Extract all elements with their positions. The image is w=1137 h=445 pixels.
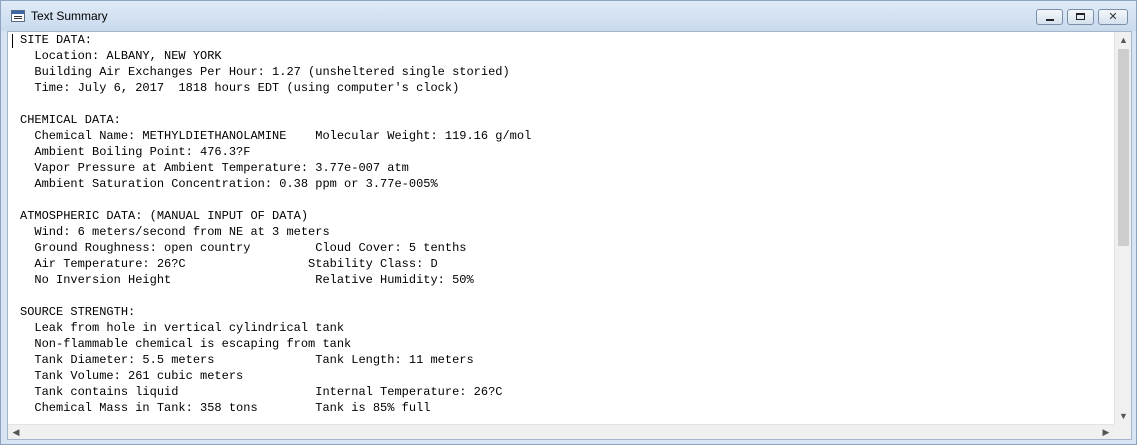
summary-line: Building Air Exchanges Per Hour: 1.27 (u… xyxy=(20,65,510,79)
summary-line: SOURCE STRENGTH: xyxy=(20,305,136,319)
summary-text-area[interactable]: SITE DATA: Location: ALBANY, NEW YORK Bu… xyxy=(8,32,1114,424)
text-caret xyxy=(12,34,13,48)
horizontal-scrollbar[interactable]: ◀ ▶ xyxy=(8,424,1114,439)
summary-lines: SITE DATA: Location: ALBANY, NEW YORK Bu… xyxy=(20,32,531,416)
summary-line: Location: ALBANY, NEW YORK xyxy=(20,49,222,63)
summary-line: Wind: 6 meters/second from NE at 3 meter… xyxy=(20,225,330,239)
scroll-down-arrow-icon[interactable]: ▼ xyxy=(1115,408,1131,424)
title-bar[interactable]: Text Summary ✕ xyxy=(1,1,1136,31)
scroll-up-arrow-icon[interactable]: ▲ xyxy=(1115,32,1131,48)
summary-line xyxy=(20,288,531,304)
vertical-scroll-thumb[interactable] xyxy=(1118,49,1129,246)
minimize-icon xyxy=(1046,19,1054,21)
summary-line xyxy=(20,192,531,208)
vertical-scrollbar[interactable]: ▲ ▼ xyxy=(1114,32,1131,424)
summary-line: Ambient Saturation Concentration: 0.38 p… xyxy=(20,177,438,191)
scrollbar-corner xyxy=(1114,424,1131,439)
summary-line: Chemical Mass in Tank: 358 tons Tank is … xyxy=(20,401,431,415)
maximize-button[interactable] xyxy=(1067,9,1094,25)
scroll-left-arrow-icon[interactable]: ◀ xyxy=(8,425,24,439)
summary-line: Chemical Name: METHYLDIETHANOLAMINE Mole… xyxy=(20,129,532,143)
summary-line: Ambient Boiling Point: 476.3?F xyxy=(20,145,251,159)
summary-line: Air Temperature: 26?C Stability Class: D xyxy=(20,257,438,271)
scroll-right-arrow-icon[interactable]: ▶ xyxy=(1098,425,1114,439)
summary-line: Vapor Pressure at Ambient Temperature: 3… xyxy=(20,161,409,175)
summary-line: Non-flammable chemical is escaping from … xyxy=(20,337,352,351)
window-title: Text Summary xyxy=(31,9,108,23)
text-summary-window: Text Summary ✕ SITE DATA: Location: ALBA… xyxy=(0,0,1137,445)
maximize-icon xyxy=(1076,13,1085,20)
summary-line: Tank Volume: 261 cubic meters xyxy=(20,369,244,383)
summary-line xyxy=(20,96,531,112)
close-icon: ✕ xyxy=(1108,11,1118,23)
app-window-icon[interactable] xyxy=(11,10,25,22)
summary-line: CHEMICAL DATA: xyxy=(20,113,121,127)
summary-line: No Inversion Height Relative Humidity: 5… xyxy=(20,273,474,287)
summary-text-pane[interactable]: SITE DATA: Location: ALBANY, NEW YORK Bu… xyxy=(7,31,1132,440)
summary-line: Ground Roughness: open country Cloud Cov… xyxy=(20,241,467,255)
summary-line: SITE DATA: xyxy=(20,33,93,47)
summary-line: Tank Diameter: 5.5 meters Tank Length: 1… xyxy=(20,353,474,367)
summary-line: Leak from hole in vertical cylindrical t… xyxy=(20,321,345,335)
minimize-button[interactable] xyxy=(1036,9,1063,25)
summary-line: Time: July 6, 2017 1818 hours EDT (using… xyxy=(20,81,460,95)
summary-line: ATMOSPHERIC DATA: (MANUAL INPUT OF DATA) xyxy=(20,209,309,223)
close-button[interactable]: ✕ xyxy=(1098,9,1128,25)
summary-line: Tank contains liquid Internal Temperatur… xyxy=(20,385,503,399)
